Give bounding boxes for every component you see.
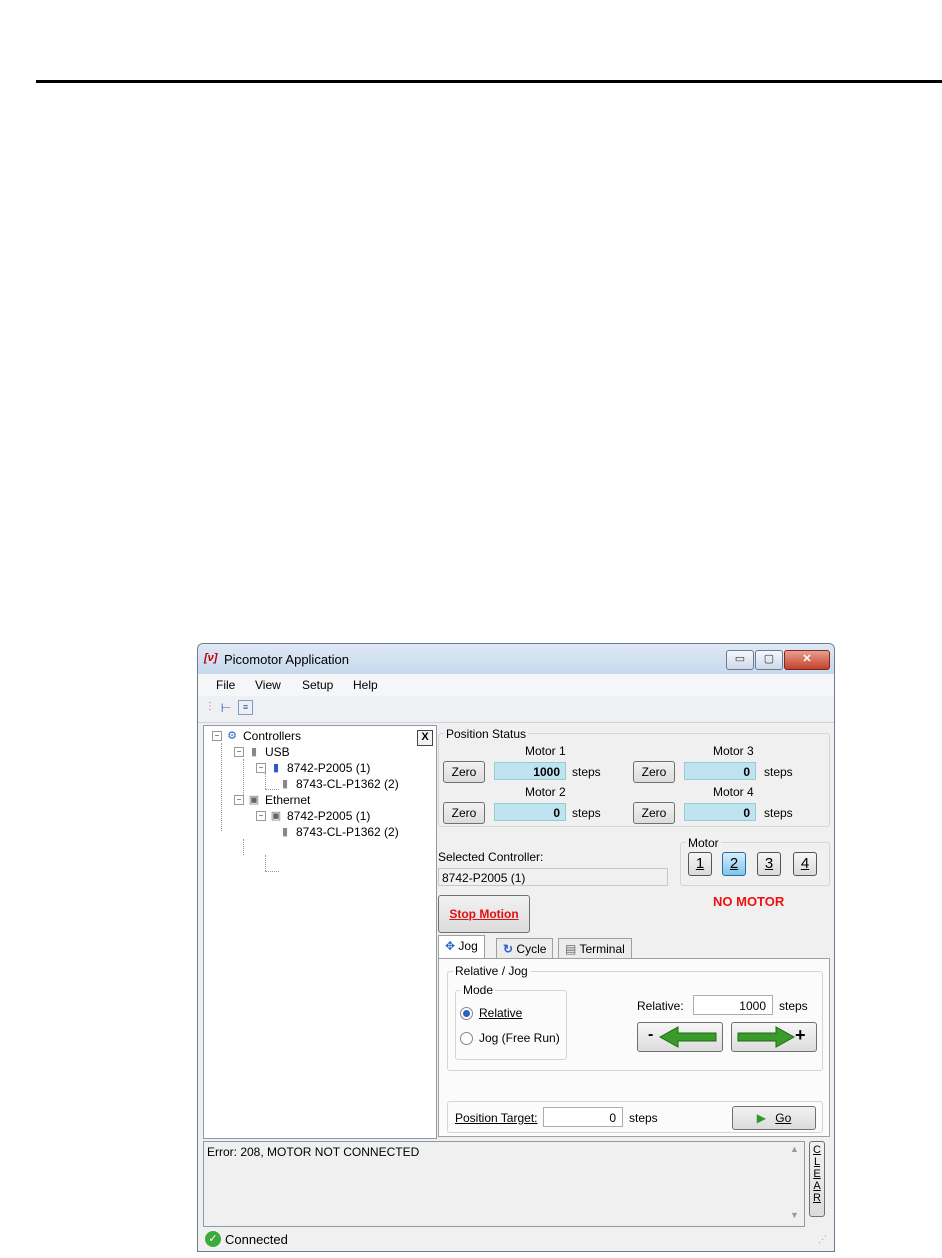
- clear-log-button[interactable]: CLEAR: [809, 1141, 825, 1217]
- menu-bar: File View Setup Help: [198, 674, 834, 696]
- document-rule: [36, 80, 942, 83]
- maximize-button[interactable]: ▢: [755, 650, 783, 670]
- connection-status: Connected: [225, 1232, 288, 1247]
- motor-3-position: 0: [684, 762, 756, 780]
- tree-node-ethernet-controller[interactable]: − ▣ 8742-P2005 (1): [256, 809, 370, 823]
- controller-panel: Position Status Motor 1 Zero 1000 steps …: [438, 725, 830, 1137]
- jog-plus-button[interactable]: +: [731, 1022, 817, 1052]
- collapse-icon[interactable]: −: [234, 747, 244, 757]
- controller-device-icon: ▮: [272, 762, 280, 774]
- position-target-label: Position Target:: [455, 1111, 538, 1125]
- scroll-down-icon[interactable]: ▼: [790, 1210, 799, 1220]
- go-button[interactable]: ▶ Go: [732, 1106, 816, 1130]
- zero-motor-3-button[interactable]: Zero: [633, 761, 675, 783]
- tree-node-controllers[interactable]: − ⚙ Controllers: [212, 729, 301, 743]
- motor-1-label: Motor 1: [525, 744, 566, 758]
- relative-label: Relative:: [637, 999, 684, 1013]
- motor-3-select-button[interactable]: 3: [757, 852, 781, 876]
- log-message: Error: 208, MOTOR NOT CONNECTED: [207, 1145, 420, 1159]
- app-logo-icon: [ν]: [204, 652, 218, 664]
- menu-file[interactable]: File: [216, 678, 235, 692]
- motor-2-position: 0: [494, 803, 566, 821]
- tab-jog[interactable]: ✥ Jog: [438, 935, 485, 960]
- tree-node-usb[interactable]: − ▮ USB: [234, 745, 290, 759]
- tree-node-ethernet-sub-controller[interactable]: ▮ 8743-CL-P1362 (2): [278, 825, 399, 839]
- menu-help[interactable]: Help: [353, 678, 378, 692]
- radio-icon: [460, 1031, 473, 1045]
- motor-2-select-button[interactable]: 2: [722, 852, 746, 876]
- menu-view[interactable]: View: [255, 678, 281, 692]
- motor-1-select-button[interactable]: 1: [688, 852, 712, 876]
- stop-motion-button[interactable]: Stop Motion: [438, 895, 530, 933]
- list-view-icon[interactable]: ≡: [238, 700, 253, 715]
- close-button[interactable]: ✕: [784, 650, 830, 670]
- tab-cycle[interactable]: ↻ Cycle: [496, 938, 554, 959]
- collapse-icon[interactable]: −: [256, 811, 266, 821]
- motor-2-label: Motor 2: [525, 785, 566, 799]
- jog-icon: ✥: [445, 939, 456, 953]
- position-target-units: steps: [629, 1111, 658, 1125]
- motor-4-units: steps: [764, 806, 793, 820]
- collapse-icon[interactable]: −: [256, 763, 266, 773]
- picomotor-window: [ν] Picomotor Application ▭ ▢ ✕ File Vie…: [197, 643, 835, 1252]
- zero-motor-4-button[interactable]: Zero: [633, 802, 675, 824]
- motor-1-position: 1000: [494, 762, 566, 780]
- network-device-icon: ▣: [270, 810, 282, 822]
- mode-group: [455, 990, 567, 1060]
- collapse-icon[interactable]: −: [212, 731, 222, 741]
- radio-selected-icon: [460, 1006, 473, 1020]
- collapse-icon[interactable]: −: [234, 795, 244, 805]
- device-icon: ▮: [281, 826, 289, 838]
- jog-minus-button[interactable]: -: [637, 1022, 723, 1052]
- relative-units: steps: [779, 999, 808, 1013]
- toolbar: ⋮ ⊢ ≡: [198, 696, 834, 723]
- toolbar-grip-icon: ⋮: [205, 701, 215, 712]
- motor-4-label: Motor 4: [713, 785, 754, 799]
- menu-setup[interactable]: Setup: [302, 678, 333, 692]
- zero-motor-2-button[interactable]: Zero: [443, 802, 485, 824]
- motor-3-units: steps: [764, 765, 793, 779]
- usb-icon: ▮: [250, 746, 258, 758]
- tree-view-icon[interactable]: ⊢: [218, 700, 234, 716]
- scroll-up-icon[interactable]: ▲: [790, 1144, 799, 1154]
- connected-check-icon: ✓: [205, 1231, 221, 1247]
- mode-title: Mode: [461, 983, 496, 997]
- selected-controller-value: 8742-P2005 (1): [438, 868, 668, 886]
- position-status-title: Position Status: [444, 727, 529, 741]
- controller-tree: X − ⚙ Controllers − ▮ USB − ▮ 8742-P2005…: [203, 725, 437, 1139]
- terminal-icon: ▤: [565, 942, 577, 956]
- tree-node-usb-controller[interactable]: − ▮ 8742-P2005 (1): [256, 761, 370, 775]
- motor-select-title: Motor: [686, 836, 721, 850]
- mode-relative-radio[interactable]: Relative: [460, 1006, 522, 1020]
- title-bar: [ν] Picomotor Application ▭ ▢ ✕: [198, 644, 834, 675]
- minimize-button[interactable]: ▭: [726, 650, 754, 670]
- motor-2-units: steps: [572, 806, 601, 820]
- cycle-icon: ↻: [503, 942, 514, 956]
- motor-1-units: steps: [572, 765, 601, 779]
- selected-controller-label: Selected Controller:: [438, 850, 544, 864]
- zero-motor-1-button[interactable]: Zero: [443, 761, 485, 783]
- motor-4-select-button[interactable]: 4: [793, 852, 817, 876]
- network-icon: ▣: [248, 794, 260, 806]
- tree-node-ethernet[interactable]: − ▣ Ethernet: [234, 793, 310, 807]
- tab-terminal[interactable]: ▤ Terminal: [558, 938, 632, 959]
- mode-jog-radio[interactable]: Jog (Free Run): [460, 1031, 560, 1045]
- controllers-icon: ⚙: [227, 730, 237, 742]
- resize-grip-icon[interactable]: ⋰: [818, 1234, 827, 1245]
- play-icon: ▶: [756, 1111, 766, 1125]
- window-title: Picomotor Application: [224, 652, 350, 667]
- relative-steps-input[interactable]: 1000: [693, 995, 773, 1015]
- message-log[interactable]: Error: 208, MOTOR NOT CONNECTED ▲ ▼: [203, 1141, 805, 1227]
- motor-4-position: 0: [684, 803, 756, 821]
- device-icon: ▮: [281, 778, 289, 790]
- tree-close-button[interactable]: X: [417, 730, 433, 746]
- motor-status-text: NO MOTOR: [713, 894, 785, 909]
- tree-node-usb-sub-controller[interactable]: ▮ 8743-CL-P1362 (2): [278, 777, 399, 791]
- status-bar: ✓ Connected ⋰: [198, 1228, 834, 1250]
- jog-tab-content: Relative / Jog Mode Relative Jog (Free R…: [438, 958, 830, 1137]
- motor-3-label: Motor 3: [713, 744, 754, 758]
- relative-jog-title: Relative / Jog: [453, 964, 530, 978]
- position-target-input[interactable]: 0: [543, 1107, 623, 1127]
